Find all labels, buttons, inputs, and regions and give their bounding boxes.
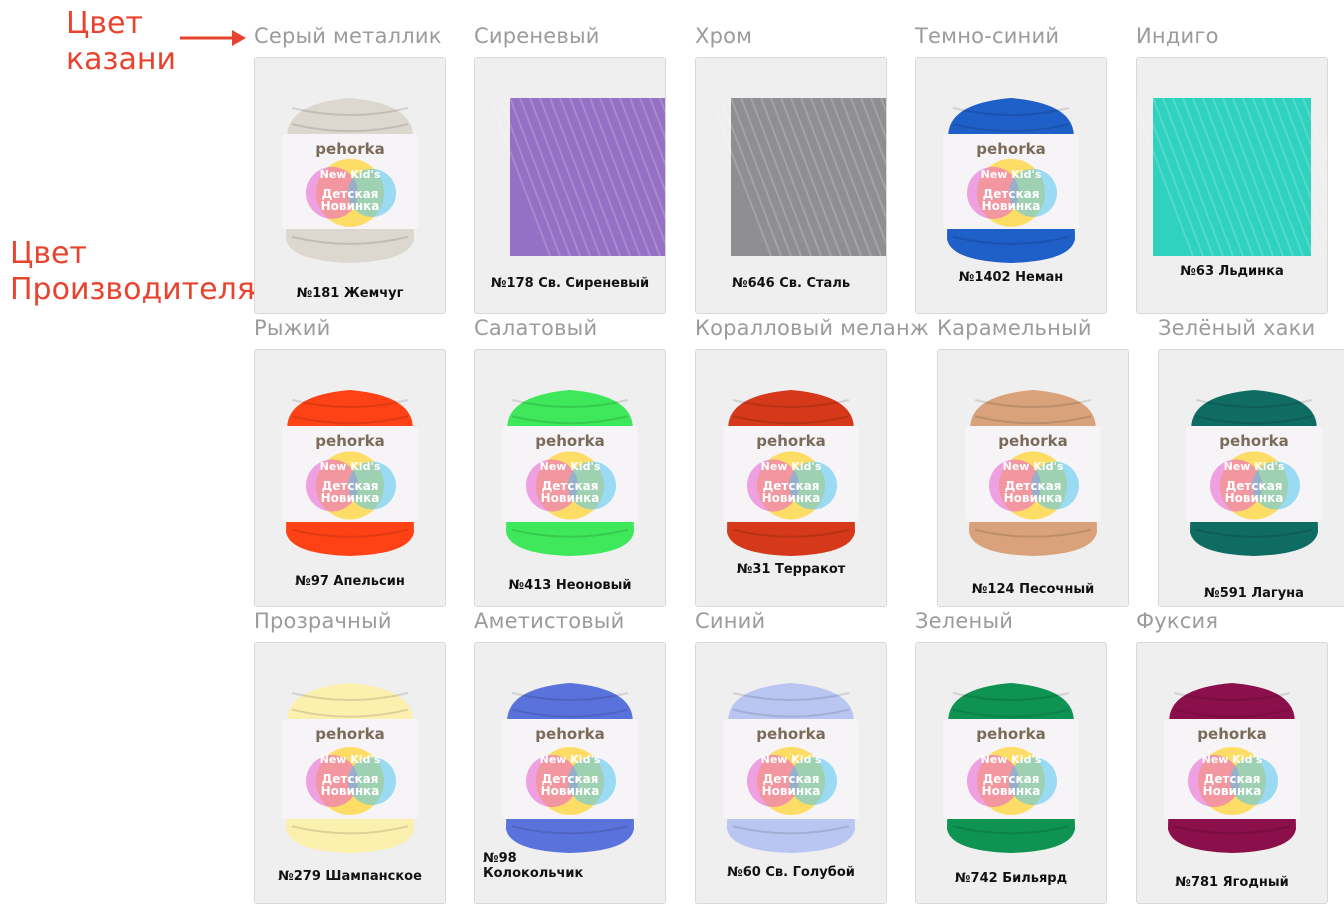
label-line: New Kid's xyxy=(981,168,1042,181)
label-line: Новинка xyxy=(541,784,600,798)
label-line: New Kid's xyxy=(1003,460,1064,473)
label-line: New Kid's xyxy=(540,460,601,473)
label-line: New Kid's xyxy=(761,460,822,473)
yarn-ball-image: pehorkaNew Kid'sДетскаяНовинка xyxy=(943,683,1079,853)
kazan-color-name: Фуксия xyxy=(1136,609,1219,633)
label-line: Новинка xyxy=(982,199,1041,213)
manufacturer-color-code: №591 Лагуна xyxy=(1204,586,1304,601)
yarn-card[interactable]: pehorka New Kid's Детская Новинка №98 Колокол… xyxy=(474,642,666,904)
label-line: New Kid's xyxy=(320,168,381,181)
label-line: Новинка xyxy=(541,491,600,505)
yarn-card[interactable]: №646 Св. Сталь xyxy=(695,57,887,314)
yarn-ball-image: pehorkaNew Kid'sДетскаяНовинка xyxy=(723,683,859,853)
note-kazan-color: Цвет казани xyxy=(66,6,176,77)
label-line: New Kid's xyxy=(1202,753,1263,766)
manufacturer-color-code: №279 Шампанское xyxy=(278,869,422,884)
brand-logo-text: pehorka xyxy=(1219,432,1288,450)
manufacturer-color-code: №124 Песочный xyxy=(971,582,1095,597)
kazan-color-name: Коралловый меланж xyxy=(695,316,930,340)
yarn-ball-image: pehorkaNew Kid'sДетскаяНовинка xyxy=(1164,683,1300,853)
label-line: Новинка xyxy=(762,491,821,505)
yarn-ball-image: pehorkaNew Kid'sДетскаяНовинка xyxy=(1186,390,1322,556)
yarn-swatch-image xyxy=(710,97,886,257)
kazan-color-name: Прозрачный xyxy=(254,609,392,633)
arrow-right-icon xyxy=(180,30,246,46)
label-line: New Kid's xyxy=(320,753,381,766)
manufacturer-color-code: №98 Колокольчик xyxy=(483,851,665,881)
kazan-color-name: Салатовый xyxy=(474,316,598,340)
manufacturer-color-code: №781 Ягодный xyxy=(1175,875,1289,890)
kazan-color-name: Индиго xyxy=(1136,24,1219,48)
manufacturer-color-code: №646 Св. Сталь xyxy=(731,276,851,291)
manufacturer-color-code: №60 Св. Голубой xyxy=(727,865,855,880)
brand-logo-text: pehorka xyxy=(998,432,1067,450)
brand-logo-text: pehorka xyxy=(315,140,384,158)
brand-logo-text: pehorka xyxy=(976,725,1045,743)
yarn-ball-image: pehorkaNew Kid'sДетскаяНовинка xyxy=(282,98,418,263)
manufacturer-color-code: №181 Жемчуг xyxy=(296,286,404,301)
manufacturer-color-code: №742 Бильярд xyxy=(954,871,1068,886)
kazan-color-name: Карамельный xyxy=(937,316,1092,340)
yarn-ball-image: pehorkaNew Kid'sДетскаяНовинка xyxy=(502,390,638,556)
label-line: New Kid's xyxy=(761,753,822,766)
manufacturer-color-code: №178 Св. Сиреневый xyxy=(490,276,650,291)
yarn-ball-image: pehorkaNew Kid'sДетскаяНовинка xyxy=(282,683,418,853)
label-line: Новинка xyxy=(321,784,380,798)
kazan-color-name: Хром xyxy=(695,24,753,48)
yarn-card[interactable]: pehorka New Kid's Детская Новинка №181 Жемчу… xyxy=(254,57,446,314)
brand-logo-text: pehorka xyxy=(315,725,384,743)
manufacturer-color-code-line: №98 xyxy=(483,851,517,866)
label-line: New Kid's xyxy=(981,753,1042,766)
label-line: Новинка xyxy=(321,491,380,505)
kazan-color-name: Темно-синий xyxy=(915,24,1060,48)
yarn-card[interactable]: pehorka New Kid's Детская Новинка №60 Св. Го… xyxy=(695,642,887,904)
kazan-color-name: Серый металлик xyxy=(254,24,442,48)
label-line: New Kid's xyxy=(540,753,601,766)
kazan-color-name: Аметистовый xyxy=(474,609,625,633)
label-line: New Kid's xyxy=(1224,460,1285,473)
label-line: Новинка xyxy=(1004,491,1063,505)
label-line: Новинка xyxy=(982,784,1041,798)
yarn-swatch-image xyxy=(489,97,665,257)
kazan-color-name: Зелёный хаки xyxy=(1158,316,1316,340)
note-maker-color: Цвет Производителя xyxy=(10,236,255,307)
yarn-card[interactable]: pehorka New Kid's Детская Новинка №97 Апельс… xyxy=(254,349,446,607)
brand-logo-text: pehorka xyxy=(535,725,604,743)
yarn-card[interactable]: pehorka New Kid's Детская Новинка №742 Билья… xyxy=(915,642,1107,904)
kazan-color-name: Рыжий xyxy=(254,316,331,340)
kazan-color-name: Синий xyxy=(695,609,766,633)
brand-logo-text: pehorka xyxy=(976,140,1045,158)
brand-logo-text: pehorka xyxy=(756,432,825,450)
label-line: Новинка xyxy=(1225,491,1284,505)
brand-logo-text: pehorka xyxy=(535,432,604,450)
kazan-color-name: Сиреневый xyxy=(474,24,600,48)
label-line: Новинка xyxy=(762,784,821,798)
yarn-card[interactable]: pehorka New Kid's Детская Новинка №1402 Нема… xyxy=(915,57,1107,314)
yarn-card[interactable]: pehorka New Kid's Детская Новинка №781 Ягодн… xyxy=(1136,642,1328,904)
manufacturer-color-code: №1402 Неман xyxy=(958,270,1064,285)
brand-logo-text: pehorka xyxy=(756,725,825,743)
manufacturer-color-code: №413 Неоновый xyxy=(508,578,632,593)
yarn-card[interactable]: pehorka New Kid's Детская Новинка №31 Террак… xyxy=(695,349,887,607)
yarn-ball-image: pehorkaNew Kid'sДетскаяНовинка xyxy=(965,390,1101,556)
label-line: Новинка xyxy=(1203,784,1262,798)
brand-logo-text: pehorka xyxy=(1197,725,1266,743)
yarn-ball-image: pehorkaNew Kid'sДетскаяНовинка xyxy=(282,390,418,556)
brand-logo-text: pehorka xyxy=(315,432,384,450)
label-line: Новинка xyxy=(321,199,380,213)
kazan-color-name: Зеленый xyxy=(915,609,1014,633)
yarn-card[interactable]: pehorka New Kid's Детская Новинка №124 Песоч… xyxy=(937,349,1129,607)
yarn-card[interactable]: pehorka New Kid's Детская Новинка №413 Неоно… xyxy=(474,349,666,607)
manufacturer-color-code: №31 Терракот xyxy=(736,562,846,577)
label-line: New Kid's xyxy=(320,460,381,473)
manufacturer-color-code: №97 Апельсин xyxy=(295,574,405,589)
yarn-card[interactable]: pehorka New Kid's Детская Новинка №279 Шампа… xyxy=(254,642,446,904)
yarn-card[interactable]: №63 Льдинка xyxy=(1136,57,1328,314)
manufacturer-color-code-line: Колокольчик xyxy=(483,866,584,881)
manufacturer-color-code: №63 Льдинка xyxy=(1180,264,1284,279)
yarn-card[interactable]: №178 Св. Сиреневый xyxy=(474,57,666,314)
yarn-card[interactable]: pehorka New Kid's Детская Новинка №591 Лагун… xyxy=(1158,349,1344,607)
